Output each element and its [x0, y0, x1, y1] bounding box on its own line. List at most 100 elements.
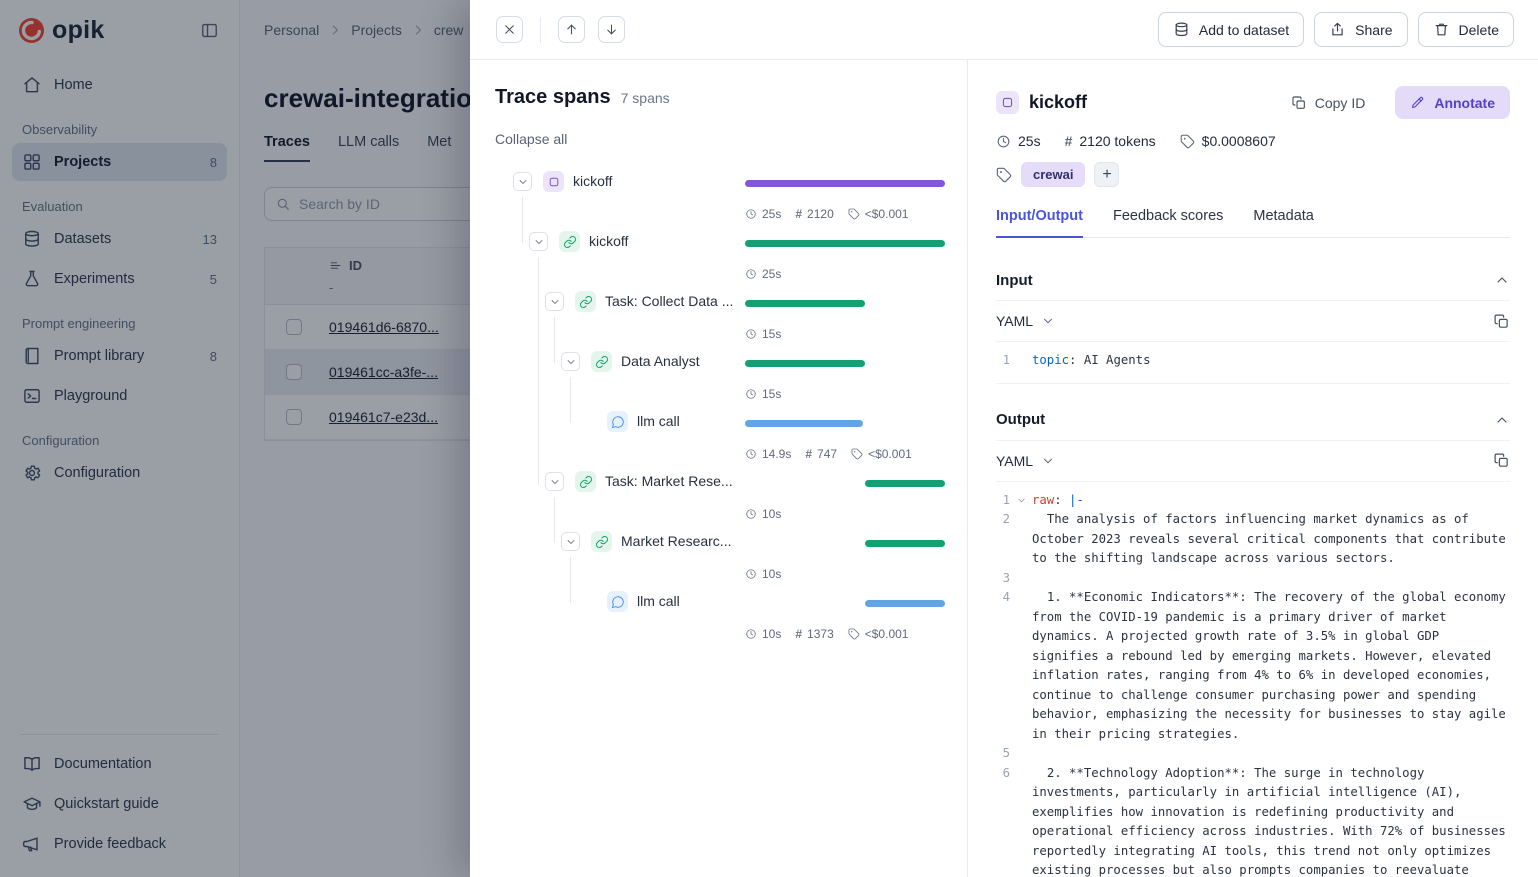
chevron-down-icon [1041, 454, 1055, 468]
span-cost: <$0.001 [865, 627, 909, 641]
chevron-down-icon[interactable] [561, 532, 580, 551]
duration-bar [865, 480, 945, 487]
span-row-kickoff-trace: kickoff 25s #2120 <$0.001 [495, 169, 947, 229]
span-duration: 25s [762, 207, 781, 221]
fold-chevron-icon[interactable] [1010, 491, 1032, 511]
code-line: 1 topic: AI Agents [996, 351, 1510, 371]
duration-bar [865, 540, 945, 547]
copy-id-button[interactable]: Copy ID [1291, 95, 1366, 111]
duration-bar [745, 180, 945, 187]
modal-backdrop[interactable] [0, 0, 470, 877]
trash-icon [1433, 21, 1450, 38]
tag-icon [851, 448, 863, 460]
clock-icon [745, 268, 757, 280]
clock-icon [745, 628, 757, 640]
span-row-main[interactable]: kickoff [495, 169, 947, 201]
link-icon [575, 291, 596, 312]
tab-input-output[interactable]: Input/Output [996, 208, 1083, 238]
chevron-up-icon[interactable] [1494, 412, 1510, 428]
span-row-main[interactable]: llm call [495, 589, 947, 621]
chevron-down-icon[interactable] [545, 472, 564, 491]
span-tree: kickoff 25s #2120 <$0.001 [495, 169, 947, 649]
line-number: 4 [996, 588, 1010, 744]
add-to-dataset-button[interactable]: Add to dataset [1158, 12, 1304, 47]
delete-button[interactable]: Delete [1418, 12, 1514, 47]
chevron-up-icon[interactable] [1494, 272, 1510, 288]
collapse-all-button[interactable]: Collapse all [495, 131, 567, 147]
trace-icon [543, 171, 564, 192]
tab-feedback-scores[interactable]: Feedback scores [1113, 208, 1223, 238]
line-number: 6 [996, 764, 1010, 877]
chevron-down-icon[interactable] [545, 292, 564, 311]
span-row-main[interactable]: Task: Market Rese... [495, 469, 947, 501]
span-row-task-collect-data: Task: Collect Data ... 15s [495, 289, 947, 349]
code-line: 1 raw: |- [996, 491, 1510, 511]
copy-input-button[interactable] [1493, 313, 1510, 330]
span-stats: 25s #2120 tokens $0.0008607 [996, 133, 1510, 149]
output-format-select[interactable]: YAML [996, 453, 1055, 469]
stat-cost: $0.0008607 [1202, 133, 1276, 149]
span-row-main[interactable]: Market Researc... [495, 529, 947, 561]
copy-id-label: Copy ID [1315, 95, 1366, 111]
clock-icon [745, 448, 757, 460]
fold-slot [1010, 764, 1032, 877]
link-icon [591, 531, 612, 552]
span-row-main[interactable]: Task: Collect Data ... [495, 289, 947, 321]
close-icon[interactable] [496, 16, 523, 43]
span-duration: 10s [762, 507, 781, 521]
copy-output-button[interactable] [1493, 452, 1510, 469]
span-meta: 25s #2120 <$0.001 [495, 201, 947, 227]
span-row-llm-call: llm call 14.9s #747 <$0.001 [495, 409, 947, 469]
divider [540, 17, 541, 43]
span-meta: 10s [495, 501, 947, 527]
line-number: 1 [996, 351, 1010, 371]
span-row-main[interactable]: llm call [495, 409, 947, 441]
chevron-down-icon[interactable] [529, 232, 548, 251]
input-format-select[interactable]: YAML [996, 313, 1055, 329]
hash-icon: # [795, 207, 802, 221]
span-duration: 25s [762, 267, 781, 281]
clock-icon [745, 568, 757, 580]
code-line: 4 1. **Economic Indicators**: The recove… [996, 588, 1510, 744]
span-duration: 15s [762, 327, 781, 341]
tag-chip-crewai[interactable]: crewai [1021, 162, 1085, 187]
span-detail-title: kickoff [1029, 92, 1087, 113]
duration-bar-track [745, 469, 945, 501]
chevron-down-icon[interactable] [561, 352, 580, 371]
dataset-icon [1173, 21, 1190, 38]
span-row-main[interactable]: Data Analyst [495, 349, 947, 381]
line-number: 1 [996, 491, 1010, 511]
fold-slot [1010, 569, 1032, 589]
annotate-button[interactable]: Annotate [1395, 86, 1510, 119]
span-tokens: 747 [817, 447, 837, 461]
share-button[interactable]: Share [1314, 12, 1407, 47]
drawer-header: Add to dataset Share Delete [470, 0, 1538, 60]
duration-bar-track [745, 529, 945, 561]
prev-trace-arrow-up-icon[interactable] [558, 16, 585, 43]
input-code-block: 1 topic: AI Agents [996, 342, 1510, 384]
span-label: kickoff [573, 173, 612, 189]
next-trace-arrow-down-icon[interactable] [598, 16, 625, 43]
line-number: 3 [996, 569, 1010, 589]
share-label: Share [1355, 22, 1392, 38]
duration-bar [865, 600, 945, 607]
span-row-main[interactable]: kickoff [495, 229, 947, 261]
duration-bar [745, 360, 865, 367]
tab-metadata[interactable]: Metadata [1253, 208, 1313, 238]
span-label: llm call [637, 413, 680, 429]
chevron-down-icon[interactable] [513, 172, 532, 191]
copy-icon [1291, 95, 1307, 111]
hash-icon: # [795, 627, 802, 641]
fold-slot [1010, 744, 1032, 764]
clock-icon [745, 508, 757, 520]
add-tag-button[interactable]: + [1094, 162, 1119, 187]
fold-slot [1010, 510, 1032, 569]
span-duration: 10s [762, 627, 781, 641]
share-icon [1329, 21, 1346, 38]
fold-slot [1010, 351, 1032, 371]
clock-icon [745, 208, 757, 220]
span-meta: 10s [495, 561, 947, 587]
output-section-title: Output [996, 411, 1045, 428]
duration-bar-track [745, 589, 945, 621]
span-meta: 14.9s #747 <$0.001 [495, 441, 947, 467]
